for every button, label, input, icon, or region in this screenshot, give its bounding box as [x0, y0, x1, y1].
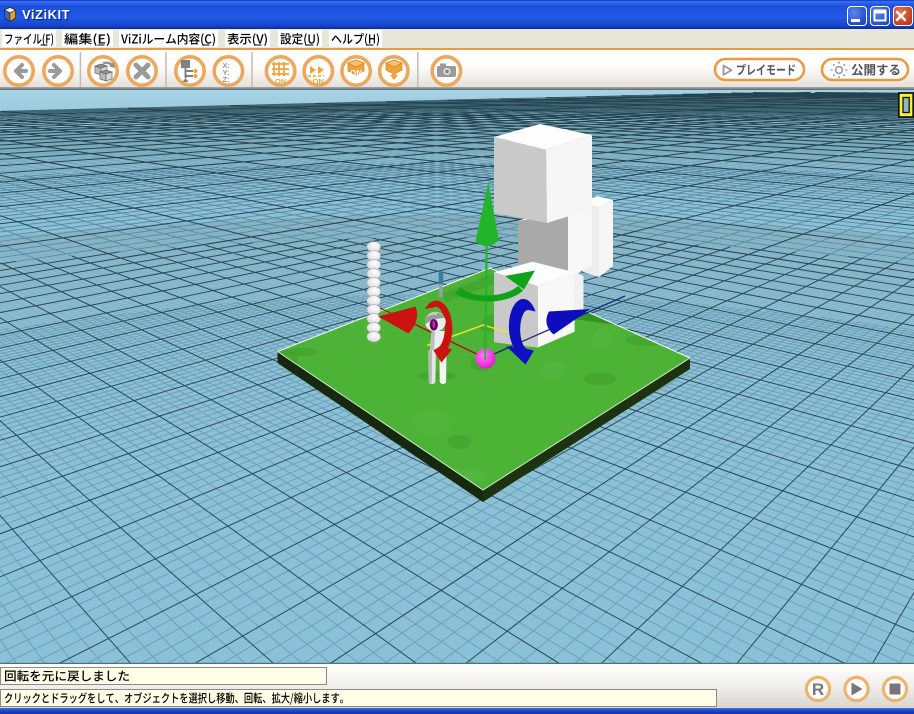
svg-text:R: R	[812, 680, 824, 699]
svg-text:Z:: Z:	[223, 75, 230, 84]
svg-text:-ON-: -ON-	[310, 77, 327, 86]
svg-text:-ON-: -ON-	[272, 77, 289, 86]
svg-text:ON: ON	[350, 69, 362, 78]
